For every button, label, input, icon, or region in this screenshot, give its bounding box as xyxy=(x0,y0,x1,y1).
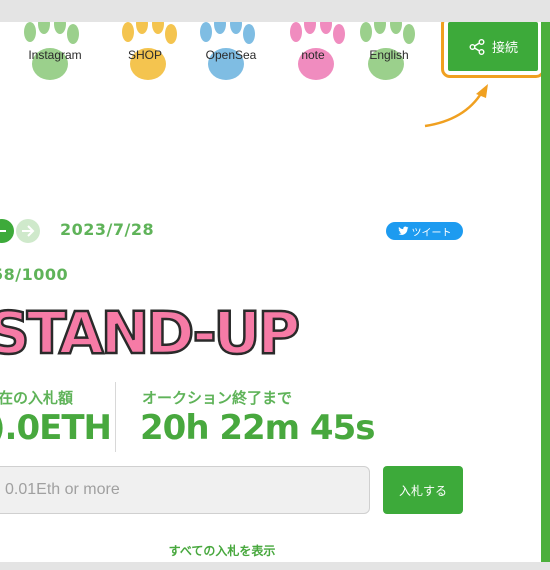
auction-countdown: 20h 22m 45s xyxy=(140,408,375,448)
page-container: Instagram SHOP OpenSea note English 接続 2… xyxy=(0,22,541,562)
prev-button[interactable] xyxy=(0,219,14,243)
current-bid-label: 在の入札額 xyxy=(0,389,74,407)
nav-item-opensea[interactable]: OpenSea xyxy=(186,22,276,90)
show-all-bids-link[interactable]: すべての入札を表示 xyxy=(0,542,444,559)
edition-counter: 58/1000 xyxy=(0,265,69,284)
nav-label-shop: SHOP xyxy=(127,48,162,62)
arrow-right-icon xyxy=(22,225,35,237)
artwork-title: STAND-UP xyxy=(0,298,301,369)
current-bid-value: ).0ETH xyxy=(0,408,112,448)
tweet-button[interactable]: ツイート xyxy=(386,222,463,240)
twitter-bird-icon xyxy=(397,226,409,235)
next-button[interactable] xyxy=(16,219,40,243)
place-bid-button[interactable]: 入札する xyxy=(383,466,463,514)
auction-date: 2023/7/28 xyxy=(60,220,155,239)
tweet-label: ツイート xyxy=(411,227,452,239)
arrow-left-icon xyxy=(0,230,6,232)
connect-button-label: 接続 xyxy=(491,41,518,56)
browser-top-strip xyxy=(0,0,550,22)
nav-item-shop[interactable]: SHOP xyxy=(100,22,190,90)
nav-label-opensea: OpenSea xyxy=(205,48,257,62)
nav-item-instagram[interactable]: Instagram xyxy=(10,22,100,90)
connect-highlight: 接続 xyxy=(441,22,541,78)
auction-end-label: オークション終了まで xyxy=(142,389,293,407)
nav-label-instagram: Instagram xyxy=(28,48,82,62)
stats-divider xyxy=(115,382,116,452)
nav-label-english: English xyxy=(369,48,409,62)
pointer-arrow-icon xyxy=(424,84,488,128)
connect-button[interactable]: 接続 xyxy=(448,22,538,71)
bid-amount-input[interactable] xyxy=(0,466,370,514)
bottom-strip xyxy=(0,562,550,570)
share-icon xyxy=(469,38,485,55)
